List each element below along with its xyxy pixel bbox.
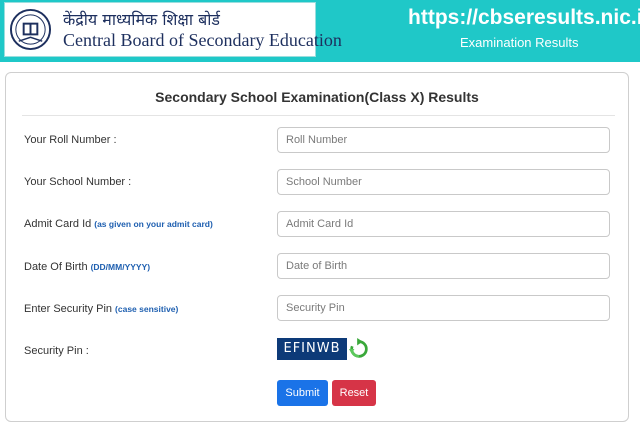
dob-input[interactable]: [277, 253, 610, 279]
security-pin-entry-label: Enter Security Pin (case sensitive): [24, 303, 178, 315]
site-subtitle: Examination Results: [460, 35, 579, 50]
board-name-hindi: केंद्रीय माध्यमिक शिक्षा बोर्ड: [63, 10, 220, 29]
results-form-card: Secondary School Examination(Class X) Re…: [5, 72, 629, 422]
submit-button[interactable]: Submit: [277, 380, 328, 406]
security-pin-entry-label-text: Enter Security Pin: [24, 303, 113, 315]
roll-number-input[interactable]: [277, 127, 610, 153]
cbse-emblem-icon: [9, 8, 52, 51]
captcha-label-text: Security Pin :: [24, 345, 89, 357]
captcha-image: EFINWB: [277, 338, 347, 360]
reset-button[interactable]: Reset: [332, 380, 376, 406]
security-pin-input[interactable]: [277, 295, 610, 321]
school-number-label-text: Your School Number :: [24, 176, 132, 188]
security-pin-hint: (case sensitive): [115, 304, 179, 314]
title-divider: [22, 115, 615, 116]
dob-label-text: Date Of Birth: [24, 261, 88, 273]
admit-card-hint: (as given on your admit card): [94, 219, 213, 229]
roll-number-label: Your Roll Number :: [24, 134, 117, 146]
board-name-english: Central Board of Secondary Education: [63, 30, 342, 50]
admit-card-label: Admit Card Id (as given on your admit car…: [24, 218, 213, 230]
school-number-input[interactable]: [277, 169, 610, 195]
dob-hint: (DD/MM/YYYY): [90, 262, 151, 272]
site-header: केंद्रीय माध्यमिक शिक्षा बोर्ड Central B…: [0, 0, 640, 62]
site-url: https://cbseresults.nic.in: [408, 6, 640, 29]
board-logo-panel: केंद्रीय माध्यमिक शिक्षा बोर्ड Central B…: [4, 2, 342, 57]
captcha-label: Security Pin :: [24, 345, 89, 357]
admit-card-label-text: Admit Card Id: [24, 218, 92, 230]
admit-card-input[interactable]: [277, 211, 610, 237]
roll-number-label-text: Your Roll Number :: [24, 134, 117, 146]
refresh-icon[interactable]: [348, 338, 370, 360]
school-number-label: Your School Number :: [24, 176, 131, 188]
dob-label: Date Of Birth (DD/MM/YYYY): [24, 261, 150, 273]
form-title: Secondary School Examination(Class X) Re…: [155, 89, 479, 105]
